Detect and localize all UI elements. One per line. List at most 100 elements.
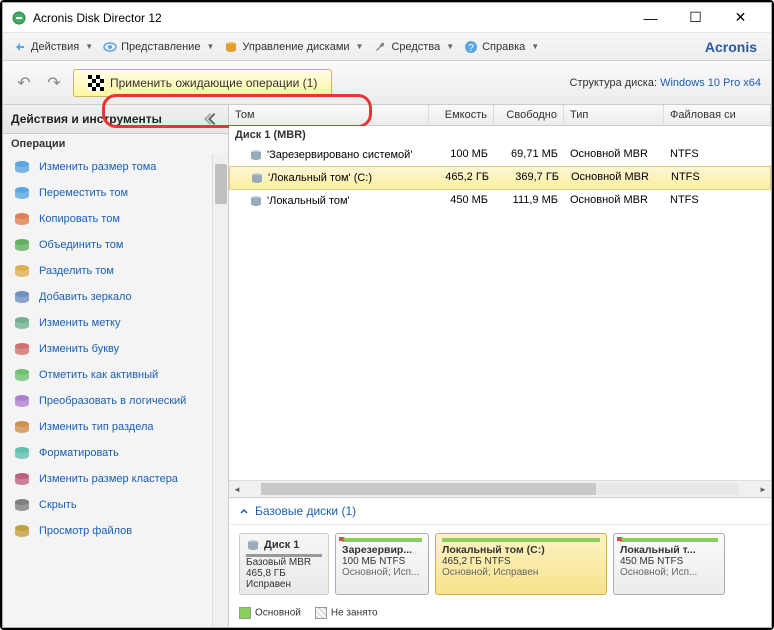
collapse-icon[interactable] bbox=[204, 111, 220, 127]
sidebar-op-item[interactable]: Добавить зеркало bbox=[7, 284, 224, 310]
partition-block[interactable]: Зарезервир...100 МБ NTFSОсновной; Исп... bbox=[335, 533, 429, 595]
menubar: Действия▼ Представление▼ Управление диск… bbox=[3, 33, 771, 61]
op-label: Изменить букву bbox=[39, 343, 119, 355]
minimize-button[interactable]: — bbox=[628, 4, 673, 32]
sidebar-op-item[interactable]: Скрыть bbox=[7, 492, 224, 518]
op-label: Изменить размер тома bbox=[39, 161, 156, 173]
volume-table-header: Том Емкость Свободно Тип Файловая си bbox=[229, 105, 771, 126]
table-row[interactable]: 'Локальный том' (C:) 465,2 ГБ 369,7 ГБ О… bbox=[229, 166, 771, 190]
op-label: Преобразовать в логический bbox=[39, 395, 186, 407]
op-label: Изменить тип раздела bbox=[39, 421, 154, 433]
op-icon bbox=[13, 392, 31, 410]
col-type[interactable]: Тип bbox=[564, 105, 664, 125]
op-label: Разделить том bbox=[39, 265, 114, 277]
legend-free-icon bbox=[315, 607, 327, 619]
sidebar-op-item[interactable]: Изменить размер тома bbox=[7, 154, 224, 180]
flag-icon bbox=[338, 536, 348, 546]
op-icon bbox=[13, 210, 31, 228]
op-label: Отметить как активный bbox=[39, 369, 158, 381]
apply-pending-button[interactable]: Применить ожидающие операции (1) bbox=[73, 69, 332, 97]
op-icon bbox=[13, 236, 31, 254]
sidebar-scrollbar[interactable] bbox=[212, 154, 228, 627]
sidebar-op-item[interactable]: Изменить размер кластера bbox=[7, 466, 224, 492]
operations-section-label: Операции bbox=[3, 134, 228, 154]
menu-view[interactable]: Представление▼ bbox=[99, 38, 218, 56]
app-icon bbox=[11, 10, 27, 26]
titlebar: Acronis Disk Director 12 — ☐ ✕ bbox=[3, 3, 771, 33]
legend-main-icon bbox=[239, 607, 251, 619]
sidebar-op-item[interactable]: Копировать том bbox=[7, 206, 224, 232]
sidebar-op-item[interactable]: Объединить том bbox=[7, 232, 224, 258]
horizontal-scrollbar[interactable]: ◄► bbox=[229, 480, 771, 497]
redo-button[interactable]: ↷ bbox=[43, 72, 65, 94]
op-label: Добавить зеркало bbox=[39, 291, 132, 303]
sidebar-op-item[interactable]: Отметить как активный bbox=[7, 362, 224, 388]
op-icon bbox=[13, 522, 31, 540]
disk-group-row[interactable]: Диск 1 (MBR) bbox=[229, 126, 771, 144]
menu-disk-mgmt[interactable]: Управление дисками▼ bbox=[220, 38, 367, 56]
col-capacity[interactable]: Емкость bbox=[429, 105, 494, 125]
volume-table-body: Диск 1 (MBR) 'Зарезервировано системой' … bbox=[229, 126, 771, 480]
toolbar: ↶ ↷ Применить ожидающие операции (1) Стр… bbox=[3, 61, 771, 105]
op-icon bbox=[13, 418, 31, 436]
table-row[interactable]: 'Локальный том' 450 МБ 111,9 МБ Основной… bbox=[229, 190, 771, 212]
op-label: Изменить размер кластера bbox=[39, 473, 178, 485]
op-icon bbox=[13, 184, 31, 202]
flag-icon bbox=[616, 536, 626, 546]
legend: Основной Не занято bbox=[229, 603, 771, 627]
sidebar-op-item[interactable]: Изменить метку bbox=[7, 310, 224, 336]
sidebar: Действия и инструменты Операции Изменить… bbox=[3, 105, 229, 627]
volume-icon bbox=[250, 171, 264, 185]
op-label: Просмотр файлов bbox=[39, 525, 132, 537]
sidebar-op-item[interactable]: Изменить тип раздела bbox=[7, 414, 224, 440]
op-label: Скрыть bbox=[39, 499, 77, 511]
disk-info-block[interactable]: Диск 1 Базовый MBR 465,8 ГБ Исправен bbox=[239, 533, 329, 595]
sidebar-op-item[interactable]: Переместить том bbox=[7, 180, 224, 206]
menu-actions[interactable]: Действия▼ bbox=[9, 38, 97, 56]
menu-help[interactable]: ?Справка▼ bbox=[460, 38, 543, 56]
chevron-up-icon bbox=[239, 506, 249, 516]
op-label: Объединить том bbox=[39, 239, 123, 251]
disk-structure-link[interactable]: Windows 10 Pro x64 bbox=[660, 77, 761, 89]
close-button[interactable]: ✕ bbox=[718, 4, 763, 32]
op-label: Изменить метку bbox=[39, 317, 120, 329]
col-free[interactable]: Свободно bbox=[494, 105, 564, 125]
op-label: Переместить том bbox=[39, 187, 128, 199]
maximize-button[interactable]: ☐ bbox=[673, 4, 718, 32]
col-fs[interactable]: Файловая си bbox=[664, 105, 771, 125]
main-panel: Том Емкость Свободно Тип Файловая си Дис… bbox=[229, 105, 771, 627]
disk-structure: Структура диска: Windows 10 Pro x64 bbox=[570, 77, 762, 89]
op-icon bbox=[13, 470, 31, 488]
sidebar-op-item[interactable]: Преобразовать в логический bbox=[7, 388, 224, 414]
disk-icon bbox=[246, 538, 260, 552]
sidebar-op-item[interactable]: Разделить том bbox=[7, 258, 224, 284]
op-icon bbox=[13, 496, 31, 514]
partition-block[interactable]: Локальный т...450 МБ NTFSОсновной; Исп..… bbox=[613, 533, 725, 595]
table-row[interactable]: 'Зарезервировано системой' 100 МБ 69,71 … bbox=[229, 144, 771, 166]
op-icon bbox=[13, 444, 31, 462]
sidebar-header: Действия и инструменты bbox=[3, 105, 228, 134]
op-label: Копировать том bbox=[39, 213, 120, 225]
menu-tools[interactable]: Средства▼ bbox=[369, 38, 458, 56]
basic-disks-header[interactable]: Базовые диски (1) bbox=[229, 498, 771, 525]
sidebar-op-item[interactable]: Форматировать bbox=[7, 440, 224, 466]
op-icon bbox=[13, 262, 31, 280]
op-label: Форматировать bbox=[39, 447, 119, 459]
col-volume[interactable]: Том bbox=[229, 105, 429, 125]
flag-icon bbox=[88, 75, 104, 91]
sidebar-op-item[interactable]: Изменить букву bbox=[7, 336, 224, 362]
undo-button[interactable]: ↶ bbox=[13, 72, 35, 94]
volume-icon bbox=[249, 194, 263, 208]
volume-icon bbox=[249, 148, 263, 162]
op-icon bbox=[13, 158, 31, 176]
operations-list: Изменить размер тома Переместить том Копир… bbox=[3, 154, 228, 627]
apply-label: Применить ожидающие операции (1) bbox=[110, 76, 317, 90]
op-icon bbox=[13, 314, 31, 332]
sidebar-op-item[interactable]: Просмотр файлов bbox=[7, 518, 224, 544]
op-icon bbox=[13, 340, 31, 358]
op-icon bbox=[13, 366, 31, 384]
window-title: Acronis Disk Director 12 bbox=[33, 11, 628, 25]
svg-text:?: ? bbox=[468, 43, 474, 54]
brand-logo: Acronis bbox=[705, 39, 765, 55]
partition-block[interactable]: Локальный том (C:)465,2 ГБ NTFSОсновной;… bbox=[435, 533, 607, 595]
